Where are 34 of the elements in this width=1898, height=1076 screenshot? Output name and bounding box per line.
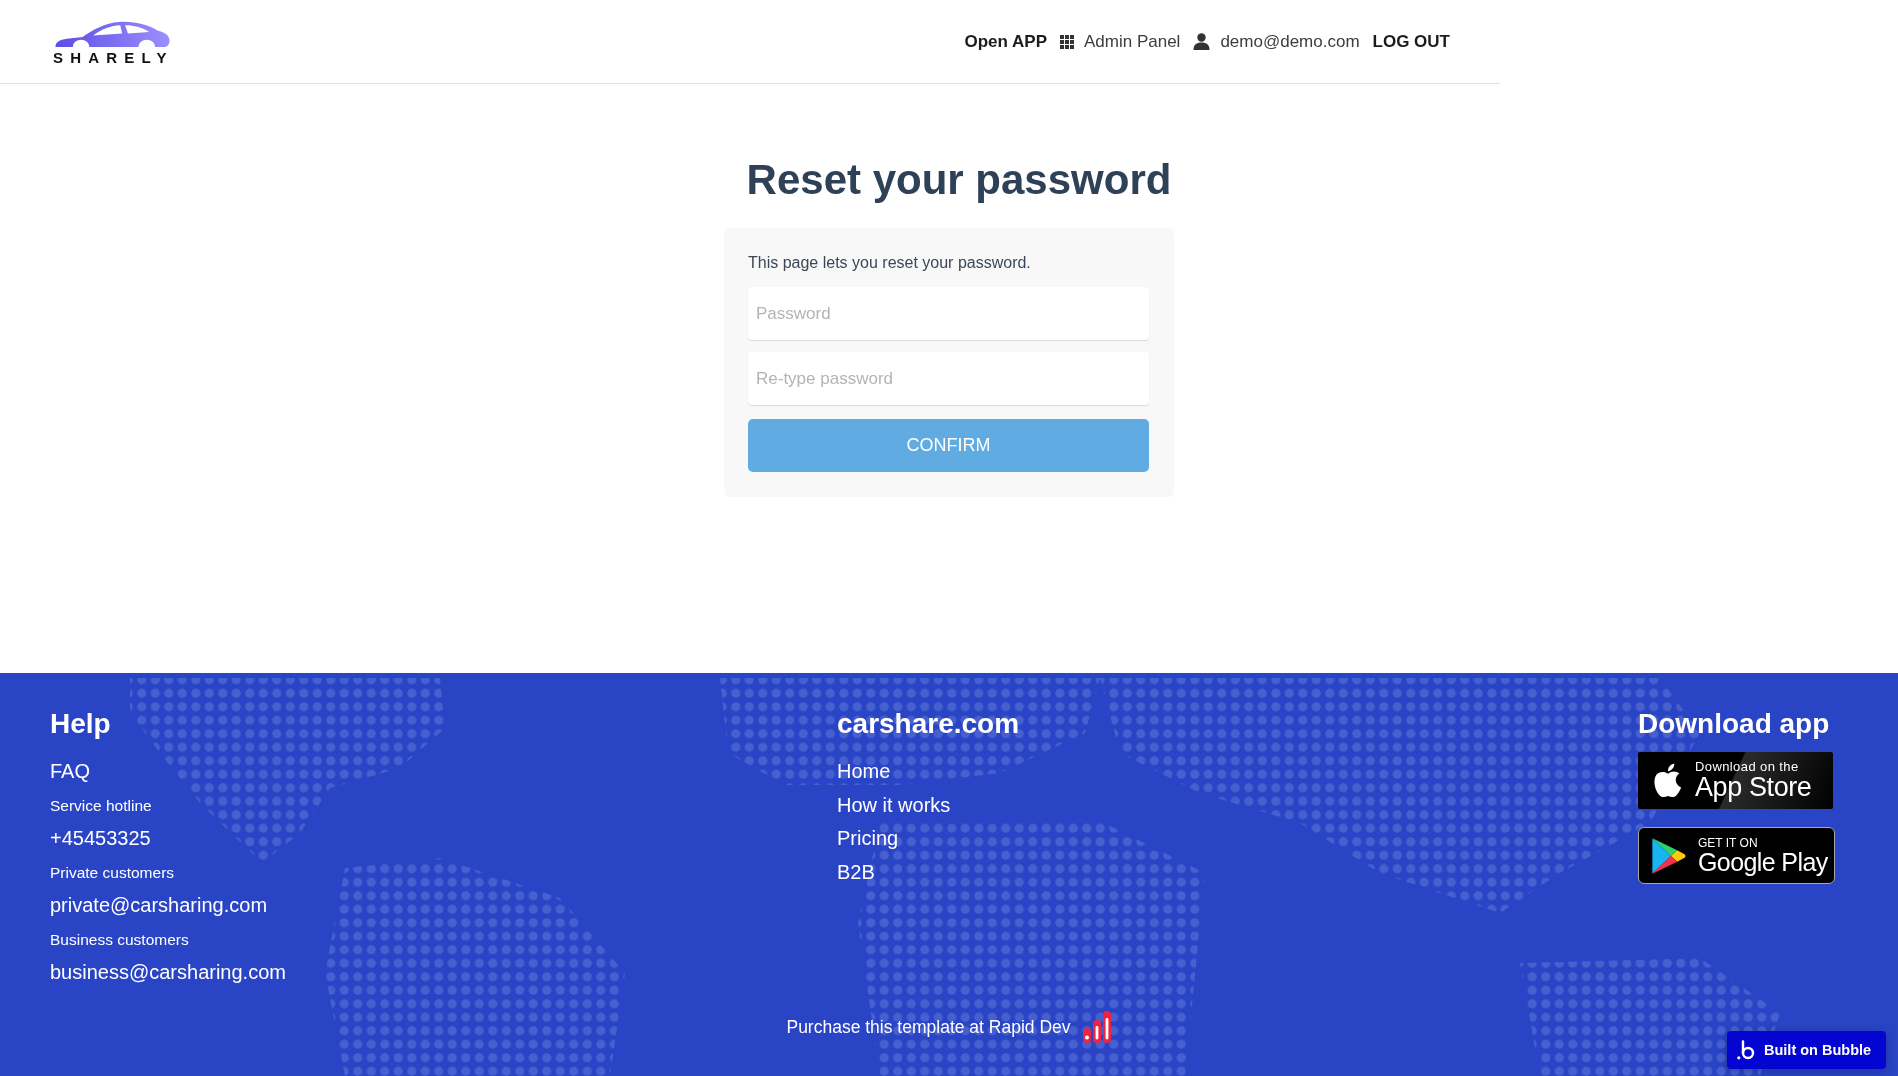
form-description: This page lets you reset your password. xyxy=(748,253,1032,273)
footer-label: Private customers xyxy=(50,862,175,883)
column-heading: carshare.com xyxy=(837,707,1020,741)
footer-link[interactable]: B2B xyxy=(837,855,875,889)
grid-icon xyxy=(1060,34,1074,49)
footer-link[interactable]: How it works xyxy=(837,788,951,822)
logo-text: SHARELY xyxy=(53,50,174,65)
footer-link[interactable]: +45453325 xyxy=(50,822,151,856)
nav-link[interactable]: LOG OUT xyxy=(1372,30,1450,53)
apple-icon xyxy=(1653,763,1683,798)
logo-icon xyxy=(1737,1040,1755,1060)
built-on-badge[interactable]: Built on Bubble xyxy=(1727,1031,1886,1069)
play-triangle-icon xyxy=(1651,836,1686,875)
footer-label: Service hotline xyxy=(50,795,152,816)
footer-link[interactable]: private@carsharing.com xyxy=(50,889,268,923)
nav-link[interactable]: Admin Panel xyxy=(1060,30,1181,53)
footer-link[interactable]: Home xyxy=(837,755,891,789)
password-field[interactable]: Password xyxy=(748,287,1149,340)
app-store-badge[interactable]: Download on the App Store xyxy=(1638,752,1833,809)
user-icon xyxy=(1193,33,1211,50)
bar-chart-icon xyxy=(1081,1011,1112,1043)
car-icon xyxy=(53,20,172,49)
password-field[interactable]: Re-type password xyxy=(748,352,1149,405)
purchase-link[interactable]: Purchase this template at Rapid Dev xyxy=(786,1010,1071,1044)
footer-link[interactable]: business@carsharing.com xyxy=(50,956,286,990)
column-heading: Download app xyxy=(1638,707,1830,741)
footer-link[interactable]: FAQ xyxy=(50,755,90,789)
column-heading: Help xyxy=(50,707,111,741)
nav-link[interactable]: demo@demo.com xyxy=(1193,30,1360,53)
footer-label: Business customers xyxy=(50,929,189,950)
nav-link[interactable]: Open APP xyxy=(964,30,1047,53)
page-title: Reset your password xyxy=(745,155,1172,205)
footer-link[interactable]: Pricing xyxy=(837,822,899,856)
google-play-badge[interactable]: GET IT ON Google Play xyxy=(1638,827,1835,884)
